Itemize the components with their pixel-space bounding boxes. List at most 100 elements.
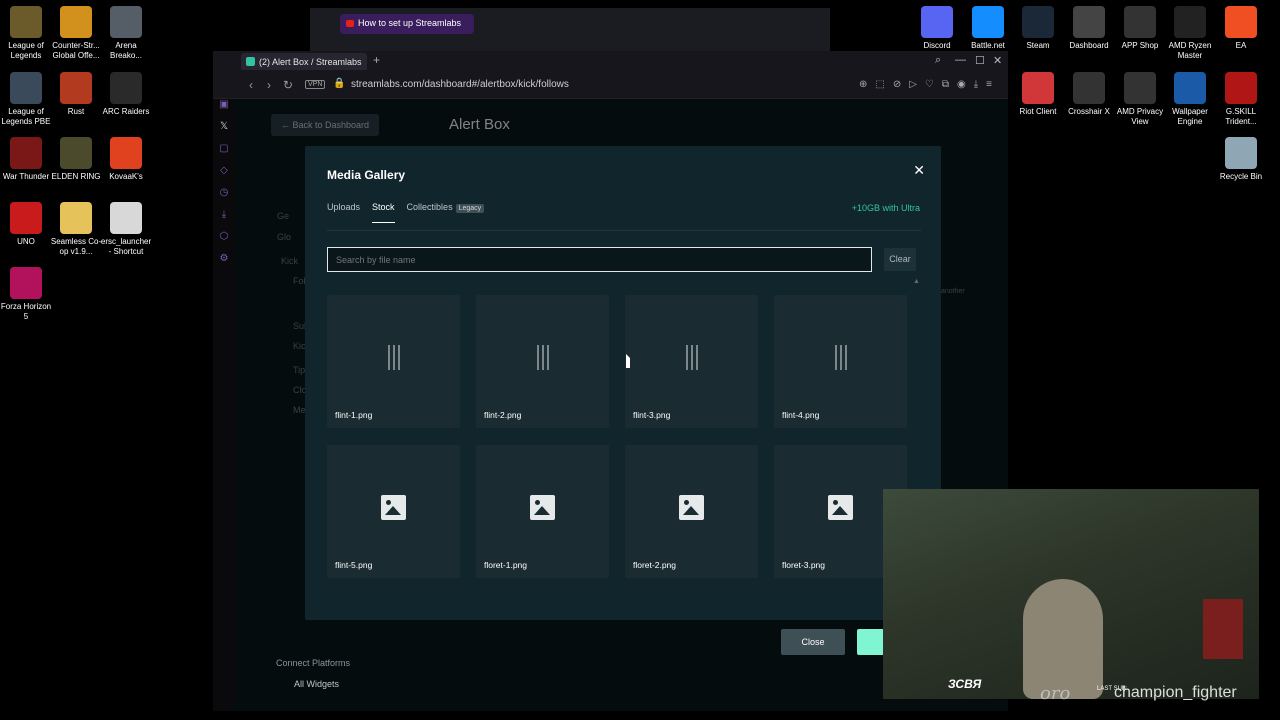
back-icon[interactable]: ‹ xyxy=(249,78,253,92)
desktop-icon-label: APP Shop xyxy=(1121,41,1159,50)
media-item-card[interactable]: flint-5.png xyxy=(327,445,460,578)
background-browser-window: How to set up Streamlabs xyxy=(310,8,830,56)
desktop-icon[interactable]: Wallpaper Engine xyxy=(1164,72,1216,127)
close-icon[interactable]: ✕ xyxy=(913,162,925,179)
media-item-card[interactable]: floret-2.png xyxy=(625,445,758,578)
desktop-icon-label: UNO xyxy=(17,237,35,246)
desktop-icon[interactable]: Rust xyxy=(50,72,102,117)
desktop-icon-label: War Thunder xyxy=(2,172,50,181)
vpn-badge[interactable]: VPN xyxy=(305,80,326,89)
sound-bars-icon xyxy=(679,345,704,370)
reload-icon[interactable]: ↻ xyxy=(283,78,293,92)
desktop-icon[interactable]: League of Legends xyxy=(0,6,52,61)
app-icon xyxy=(10,267,42,299)
desktop-icon-label: Discord xyxy=(923,41,951,50)
maximize-icon[interactable]: ☐ xyxy=(975,54,985,67)
app-icon xyxy=(110,137,142,169)
desktop-icon[interactable]: ELDEN RING xyxy=(50,137,102,182)
media-item-card[interactable]: flint-1.png xyxy=(327,295,460,428)
stream-logo: ЗСВЯ xyxy=(948,677,982,691)
desktop-icon[interactable]: League of Legends PBE xyxy=(0,72,52,127)
browser-tab-alertbox[interactable]: (2) Alert Box / Streamlabs xyxy=(241,53,367,70)
desktop-icon-label: EA xyxy=(1235,41,1247,50)
desktop-icon[interactable]: ARC Raiders xyxy=(100,72,152,117)
forward-icon[interactable]: › xyxy=(267,78,271,92)
desktop-icon[interactable]: G.SKILL Trident... xyxy=(1215,72,1267,127)
select-button[interactable] xyxy=(857,629,883,655)
ultra-upgrade-link[interactable]: +10GB with Ultra xyxy=(852,203,920,213)
media-item-name: flint-2.png xyxy=(484,410,522,420)
wallet-icon[interactable]: ▢ xyxy=(213,143,235,165)
desktop-icon-label: ARC Raiders xyxy=(102,107,150,116)
desktop-icon[interactable]: UNO xyxy=(0,202,52,247)
sound-bars-icon xyxy=(381,345,406,370)
app-icon xyxy=(1073,72,1105,104)
lock-icon: 🔒 xyxy=(333,78,346,89)
history-icon[interactable]: ◷ xyxy=(213,187,235,209)
settings-icon[interactable]: ⚙ xyxy=(213,253,235,275)
desktop-icon-label: Wallpaper Engine xyxy=(1172,107,1208,126)
desktop-icon[interactable]: KovaaK's xyxy=(100,137,152,182)
extension-icons[interactable]: ⊕⬚⊘▷♡⧉◉⤓≡ xyxy=(859,79,1000,90)
app-icon xyxy=(60,6,92,38)
desktop-icon[interactable]: Forza Horizon 5 xyxy=(0,267,52,322)
desktop-icon[interactable]: APP Shop xyxy=(1114,6,1166,51)
desktop-icon[interactable]: Dashboard xyxy=(1063,6,1115,51)
desktop-icon[interactable]: Recycle Bin xyxy=(1215,137,1267,182)
close-window-icon[interactable]: ✕ xyxy=(993,54,1002,67)
image-icon xyxy=(828,495,853,520)
tab-uploads[interactable]: Uploads xyxy=(327,202,360,223)
media-item-card[interactable]: flint-4.png xyxy=(774,295,907,428)
sound-bars-icon xyxy=(530,345,555,370)
search-tabs-icon[interactable]: ⌕ xyxy=(935,54,941,67)
desktop-icon[interactable]: Crosshair X xyxy=(1063,72,1115,117)
desktop-icon[interactable]: War Thunder xyxy=(0,137,52,182)
cube-icon[interactable]: ⬡ xyxy=(213,231,235,253)
desktop-icon[interactable]: EA xyxy=(1215,6,1267,51)
url-field[interactable]: streamlabs.com/dashboard#/alertbox/kick/… xyxy=(351,79,569,90)
search-input[interactable] xyxy=(327,247,872,272)
media-item-card[interactable]: flint-3.png xyxy=(625,295,758,428)
desktop-icon[interactable]: Riot Client xyxy=(1012,72,1064,117)
desktop-icon-label: Seamless Co-op v1.9... xyxy=(50,237,102,256)
desktop-icon[interactable]: Seamless Co-op v1.9... xyxy=(50,202,102,257)
all-widgets-link[interactable]: All Widgets xyxy=(294,679,339,689)
app-icon xyxy=(10,6,42,38)
download-icon[interactable]: ⤓ xyxy=(213,209,235,231)
x-icon[interactable]: 𝕏 xyxy=(213,121,235,143)
connect-platforms-link[interactable]: Connect Platforms xyxy=(276,658,350,668)
new-tab-icon[interactable]: + xyxy=(373,53,380,67)
image-icon xyxy=(530,495,555,520)
minimize-icon[interactable]: — xyxy=(955,54,966,66)
media-item-card[interactable]: flint-2.png xyxy=(476,295,609,428)
desktop-icon-label: Steam xyxy=(1026,41,1050,50)
desktop-icon[interactable]: Battle.net xyxy=(962,6,1014,51)
media-item-name: flint-1.png xyxy=(335,410,373,420)
tab-stock[interactable]: Stock xyxy=(372,202,395,223)
close-button[interactable]: Close xyxy=(781,629,845,655)
desktop-icon[interactable]: Arena Breako... xyxy=(100,6,152,61)
app-icon xyxy=(10,137,42,169)
app-icon xyxy=(10,72,42,104)
desktop-icon-label: League of Legends PBE xyxy=(1,107,51,126)
background-browser-tab[interactable]: How to set up Streamlabs xyxy=(340,14,474,34)
desktop-icon-label: G.SKILL Trident... xyxy=(1225,107,1257,126)
desktop-icon[interactable]: ersc_launcher - Shortcut xyxy=(100,202,152,257)
address-bar: ‹ › ↻ VPN 🔒 streamlabs.com/dashboard#/al… xyxy=(213,71,1008,99)
tab-collectibles[interactable]: Collectibles Legacy xyxy=(407,202,485,223)
twitch-icon[interactable]: ▣ xyxy=(213,99,235,121)
desktop-icon-label: AMD Privacy View xyxy=(1116,107,1164,126)
webcam-feed xyxy=(883,489,1259,699)
desktop-icon[interactable]: Discord xyxy=(911,6,963,51)
pin-icon[interactable]: ◇ xyxy=(213,165,235,187)
clear-button[interactable]: Clear xyxy=(884,248,916,271)
media-item-card[interactable]: floret-1.png xyxy=(476,445,609,578)
desktop-icon[interactable]: Steam xyxy=(1012,6,1064,51)
app-icon xyxy=(1225,137,1257,169)
app-icon xyxy=(1174,6,1206,38)
desktop-icon[interactable]: AMD Ryzen Master xyxy=(1164,6,1216,61)
desktop-icon[interactable]: Counter-Str... Global Offe... xyxy=(50,6,102,61)
desktop-icon-label: Recycle Bin xyxy=(1219,172,1263,181)
scroll-up-arrow-icon[interactable]: ▲ xyxy=(913,278,920,285)
desktop-icon[interactable]: AMD Privacy View xyxy=(1114,72,1166,127)
